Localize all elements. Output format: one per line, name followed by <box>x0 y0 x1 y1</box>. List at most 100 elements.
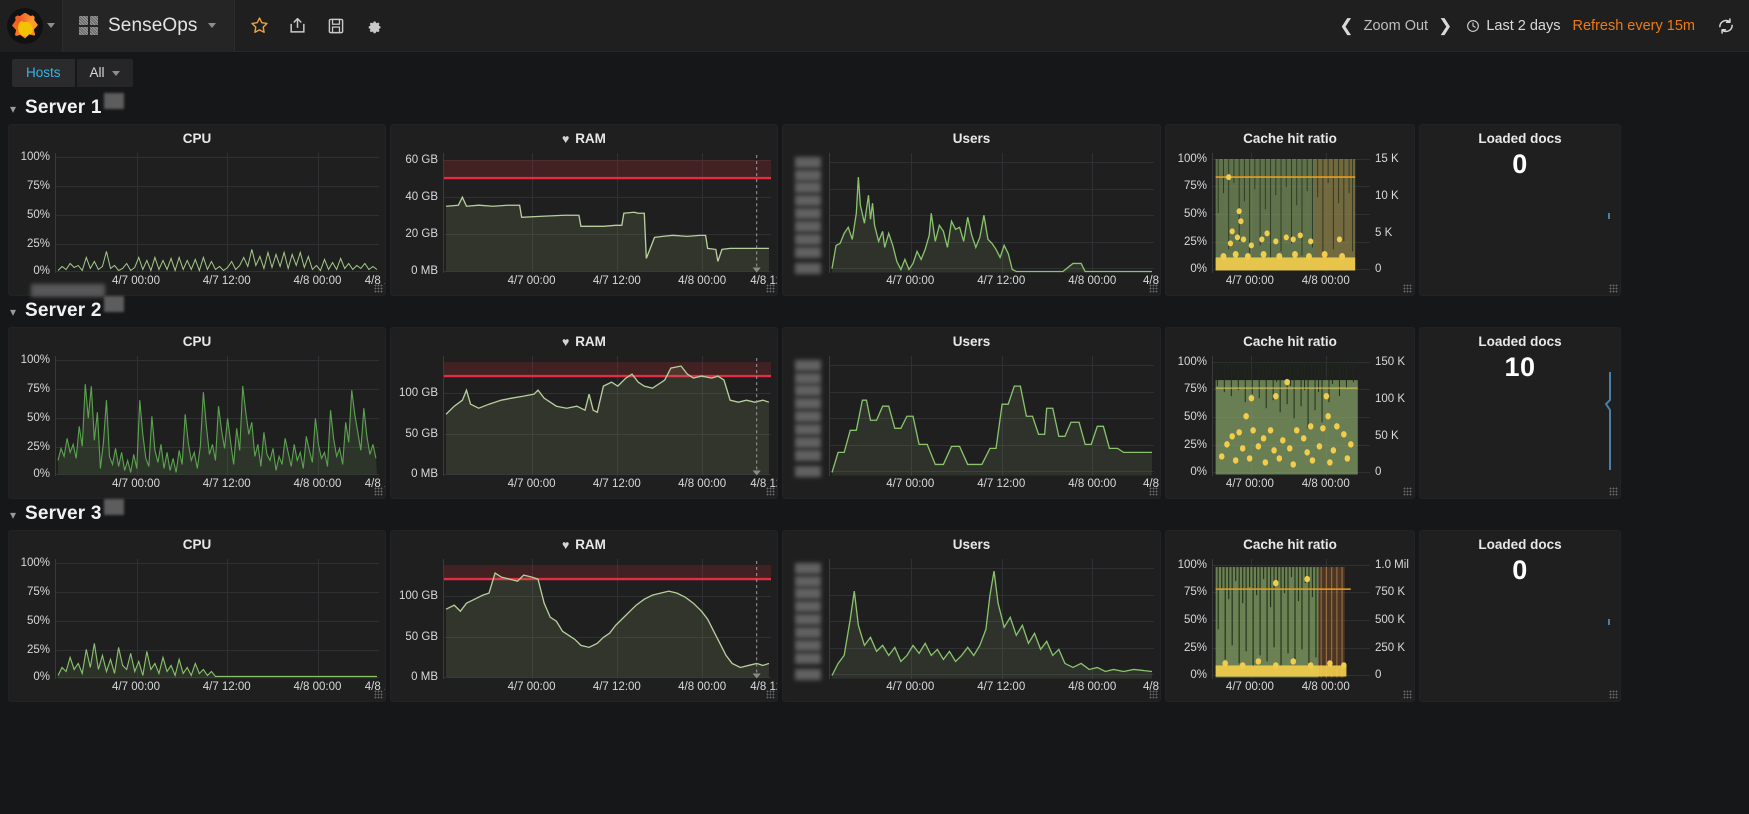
panel-loaded-docs[interactable]: Loaded docs 10 <box>1419 327 1621 499</box>
template-variables-bar: Hosts All <box>0 52 1749 94</box>
y-tick: 10 K <box>1375 189 1399 202</box>
heart-icon: ♥ <box>562 334 570 349</box>
panel-resize-handle[interactable] <box>766 284 775 293</box>
panel-cache-hit-ratio[interactable]: Cache hit ratio 100% 75% 50% 25% 0% 1.0 … <box>1165 530 1415 702</box>
cpu-chart: 100% 75% 50% 25% 0% 4/7 00:00 4/7 12:00 … <box>9 555 385 702</box>
heart-icon: ♥ <box>562 537 570 552</box>
x-tick: 4/7 12:00 <box>977 478 1026 490</box>
y-tick: 25% <box>26 238 50 251</box>
y-tick: 50% <box>1183 410 1207 423</box>
chevron-down-icon[interactable]: ▾ <box>10 103 16 115</box>
panel-body-loaded-docs: 10 <box>1420 352 1620 499</box>
panel-resize-handle[interactable] <box>1403 690 1412 699</box>
y-tick: 75% <box>26 383 50 396</box>
grafana-logo-icon <box>7 7 43 44</box>
chevron-left-icon[interactable]: ❮ <box>1339 17 1353 34</box>
settings-button[interactable] <box>355 0 393 52</box>
panel-body-loaded-docs: 0 <box>1420 555 1620 702</box>
panel-resize-handle[interactable] <box>1149 690 1158 699</box>
x-tick: 4/7 00:00 <box>886 275 935 287</box>
x-tick: 4/7 12:00 <box>592 478 641 490</box>
y-axis-cache-left: 100% 75% 50% 25% 0% <box>1166 559 1212 682</box>
panel-ram[interactable]: ♥ RAM 60 GB 40 GB 20 GB 0 MB 4/7 00:00 4… <box>390 124 778 296</box>
save-button[interactable] <box>317 0 355 52</box>
zoom-out-button[interactable]: Zoom Out <box>1364 18 1428 34</box>
chevron-right-icon[interactable]: ❯ <box>1438 17 1452 34</box>
refresh-interval-label[interactable]: Refresh every 15m <box>1573 18 1696 34</box>
panel-users[interactable]: Users 4/7 00:00 4/7 12:00 4/8 00:00 4/8 <box>782 530 1161 702</box>
panel-cache-hit-ratio[interactable]: Cache hit ratio 100% 75% 50% 25% 0% 15 K <box>1165 124 1415 296</box>
y-tick: 100 GB <box>399 386 438 399</box>
x-tick: 4/8 00:00 <box>1068 478 1117 490</box>
dashboard-row: ▾ Server 1 CPU 100% 75% 50% 25% 0% 4/7 0… <box>0 92 1749 296</box>
y-tick: 0% <box>33 670 50 683</box>
panel-title-text: Loaded docs <box>1478 131 1562 146</box>
loaded-docs-stat: 0 <box>1420 149 1620 219</box>
panel-body-cache: 100% 75% 50% 25% 0% 15 K 10 K 5 K 0 4/7 … <box>1166 149 1414 296</box>
panel-body-users: 4/7 00:00 4/7 12:00 4/8 00:00 4/8 12:00 <box>783 352 1160 499</box>
refresh-button[interactable] <box>1717 17 1735 35</box>
panel-ram[interactable]: ♥ RAM 100 GB 50 GB 0 MB 4/7 00:00 4/7 12… <box>390 530 778 702</box>
users-plot <box>829 152 1154 273</box>
loaded-docs-value: 0 <box>1512 554 1528 585</box>
x-axis-ram: 4/7 00:00 4/7 12:00 4/8 00:00 4/8 12:00 <box>443 679 777 699</box>
panel-resize-handle[interactable] <box>1403 487 1412 496</box>
x-tick: 4/7 00:00 <box>112 478 160 490</box>
heart-icon: ♥ <box>562 131 570 146</box>
panel-cache-hit-ratio[interactable]: Cache hit ratio 100% 75% 50% 25% 0% 150 … <box>1165 327 1415 499</box>
share-button[interactable] <box>279 0 317 52</box>
row-panels: CPU 100% 75% 50% 25% 0% 4/7 00:00 4/7 12… <box>0 327 1749 499</box>
panel-resize-handle[interactable] <box>766 487 775 496</box>
x-tick: 4/8 00:00 <box>1068 275 1117 287</box>
variable-select-hosts[interactable]: All <box>76 59 133 87</box>
grafana-home-button[interactable] <box>0 0 62 52</box>
panel-title-text: Cache hit ratio <box>1243 537 1337 552</box>
panel-title-text: Users <box>952 131 991 146</box>
panel-cpu[interactable]: CPU 100% 75% 50% 25% 0% 4/7 00:00 4/7 12… <box>8 327 386 499</box>
panel-resize-handle[interactable] <box>1403 284 1412 293</box>
panel-title-loaded-docs: Loaded docs <box>1420 125 1620 149</box>
panel-resize-handle[interactable] <box>1149 487 1158 496</box>
panel-ram[interactable]: ♥ RAM 100 GB 50 GB 0 MB 4/7 00:00 4/7 12… <box>390 327 778 499</box>
star-button[interactable] <box>241 0 279 52</box>
chevron-down-icon[interactable]: ▾ <box>10 306 16 318</box>
y-axis-cache-left: 100% 75% 50% 25% 0% <box>1166 355 1212 479</box>
y-axis-ram: 100 GB 50 GB 0 MB <box>391 559 443 683</box>
x-tick: 4/7 12:00 <box>977 681 1026 693</box>
chevron-down-icon[interactable] <box>47 23 55 28</box>
chevron-down-icon[interactable]: ▾ <box>10 509 16 521</box>
panel-cpu[interactable]: CPU 100% 75% 50% 25% 0% 4/7 00:00 4/7 12… <box>8 530 386 702</box>
row-header[interactable]: ▾ Server 3 <box>0 498 1749 530</box>
panel-cpu[interactable]: CPU 100% 75% 50% 25% 0% 4/7 00:00 4/7 12… <box>8 124 386 296</box>
panel-resize-handle[interactable] <box>374 487 383 496</box>
panel-resize-handle[interactable] <box>374 690 383 699</box>
panel-resize-handle[interactable] <box>766 690 775 699</box>
panel-resize-handle[interactable] <box>1609 690 1618 699</box>
y-tick: 0% <box>1190 466 1207 479</box>
panel-users[interactable]: Users 4/7 00:00 4/7 12:00 4/8 00:00 4/8 <box>782 327 1161 499</box>
ram-series <box>444 154 771 272</box>
y-tick: 75% <box>1183 383 1207 396</box>
redacted-block <box>103 498 124 515</box>
time-range-picker[interactable]: Last 2 days <box>1466 18 1561 34</box>
panel-resize-handle[interactable] <box>1609 284 1618 293</box>
panel-body-users: 4/7 00:00 4/7 12:00 4/8 00:00 4/8 12:00 <box>783 149 1160 296</box>
panel-body-cache: 100% 75% 50% 25% 0% 1.0 Mil 750 K 500 K … <box>1166 555 1414 702</box>
panel-users[interactable]: Users 4/7 00:00 4/7 12:00 4/8 00:00 4/8 <box>782 124 1161 296</box>
panel-resize-handle[interactable] <box>374 284 383 293</box>
panel-title-text: RAM <box>575 537 606 552</box>
panel-title-ram: ♥ RAM <box>391 531 777 555</box>
row-title: Server 3 <box>25 498 124 525</box>
y-tick: 75% <box>1183 180 1207 193</box>
y-tick: 15 K <box>1375 152 1399 165</box>
chevron-down-icon[interactable] <box>207 23 216 28</box>
row-header[interactable]: ▾ Server 1 <box>0 92 1749 124</box>
ram-plot <box>443 355 771 476</box>
panel-resize-handle[interactable] <box>1149 284 1158 293</box>
row-header[interactable]: ▾ Server 2 <box>0 283 1749 327</box>
panel-resize-handle[interactable] <box>1609 487 1618 496</box>
panel-loaded-docs[interactable]: Loaded docs 0 <box>1419 124 1621 296</box>
dashboard-title-button[interactable]: SenseOps <box>63 0 234 52</box>
y-tick: 100% <box>1177 355 1207 368</box>
panel-loaded-docs[interactable]: Loaded docs 0 <box>1419 530 1621 702</box>
